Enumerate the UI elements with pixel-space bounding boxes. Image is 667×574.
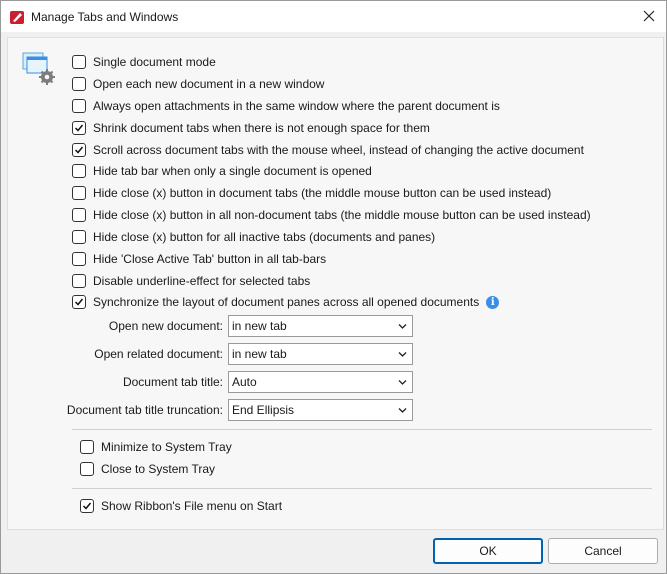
option-label: Minimize to System Tray bbox=[101, 440, 232, 454]
title-bar: Manage Tabs and Windows bbox=[1, 1, 666, 32]
checkbox[interactable] bbox=[72, 164, 86, 178]
checkbox[interactable] bbox=[72, 99, 86, 113]
select-value: Auto bbox=[232, 375, 257, 389]
option-label: Disable underline-effect for selected ta… bbox=[93, 274, 311, 288]
option-hide-close-non-document-tabs[interactable]: Hide close (x) button in all non-documen… bbox=[72, 206, 591, 224]
window-settings-icon bbox=[22, 51, 56, 85]
option-label: Hide close (x) button in document tabs (… bbox=[93, 186, 552, 200]
select-value: in new tab bbox=[232, 319, 287, 333]
option-label: Hide close (x) button for all inactive t… bbox=[93, 230, 436, 244]
document-tab-title-select[interactable]: Auto bbox=[228, 371, 413, 393]
checkbox[interactable] bbox=[80, 499, 94, 513]
option-single-document-mode[interactable]: Single document mode bbox=[72, 53, 216, 71]
open-related-document-label: Open related document: bbox=[94, 347, 223, 361]
option-label: Close to System Tray bbox=[101, 462, 216, 476]
option-shrink-tabs[interactable]: Shrink document tabs when there is not e… bbox=[72, 119, 430, 137]
separator bbox=[72, 488, 652, 489]
option-label: Hide 'Close Active Tab' button in all ta… bbox=[93, 252, 327, 266]
checkbox[interactable] bbox=[72, 55, 86, 69]
ok-button-label: OK bbox=[479, 544, 497, 558]
checkbox[interactable] bbox=[72, 208, 86, 222]
separator bbox=[72, 429, 652, 430]
window-title: Manage Tabs and Windows bbox=[31, 10, 179, 24]
option-minimize-to-tray[interactable]: Minimize to System Tray bbox=[80, 438, 232, 456]
open-new-document-select[interactable]: in new tab bbox=[228, 315, 413, 337]
option-close-to-tray[interactable]: Close to System Tray bbox=[80, 460, 215, 478]
cancel-button-label: Cancel bbox=[584, 544, 622, 558]
checkbox[interactable] bbox=[72, 295, 86, 309]
info-icon[interactable]: i bbox=[486, 295, 500, 309]
document-tab-title-label: Document tab title: bbox=[122, 375, 223, 389]
checkbox[interactable] bbox=[72, 143, 86, 157]
app-logo-icon bbox=[9, 9, 25, 25]
select-value: End Ellipsis bbox=[232, 403, 295, 417]
option-hide-close-active-tab-button[interactable]: Hide 'Close Active Tab' button in all ta… bbox=[72, 250, 326, 268]
cancel-button[interactable]: Cancel bbox=[548, 538, 658, 564]
option-label: Open each new document in a new window bbox=[93, 77, 325, 91]
chevron-down-icon bbox=[398, 324, 407, 329]
option-open-new-window[interactable]: Open each new document in a new window bbox=[72, 75, 324, 93]
chevron-down-icon bbox=[398, 408, 407, 413]
checkbox[interactable] bbox=[72, 274, 86, 288]
document-tab-title-truncation-select[interactable]: End Ellipsis bbox=[228, 399, 413, 421]
option-disable-underline-effect[interactable]: Disable underline-effect for selected ta… bbox=[72, 272, 310, 290]
open-new-document-label: Open new document: bbox=[108, 319, 223, 333]
option-show-ribbon-file-menu[interactable]: Show Ribbon's File menu on Start bbox=[80, 497, 282, 515]
option-label: Shrink document tabs when there is not e… bbox=[93, 121, 430, 135]
checkbox[interactable] bbox=[80, 440, 94, 454]
option-label: Hide tab bar when only a single document… bbox=[93, 164, 372, 178]
option-label: Show Ribbon's File menu on Start bbox=[101, 499, 283, 513]
option-label: Synchronize the layout of document panes… bbox=[93, 295, 480, 309]
option-hide-close-inactive-tabs[interactable]: Hide close (x) button for all inactive t… bbox=[72, 228, 435, 246]
option-hide-close-document-tabs[interactable]: Hide close (x) button in document tabs (… bbox=[72, 184, 551, 202]
chevron-down-icon bbox=[398, 352, 407, 357]
dialog-window: Manage Tabs and Windows Single document … bbox=[0, 0, 667, 574]
ok-button[interactable]: OK bbox=[433, 538, 543, 564]
option-label: Scroll across document tabs with the mou… bbox=[93, 143, 584, 157]
close-icon[interactable] bbox=[638, 5, 660, 27]
checkbox[interactable] bbox=[72, 186, 86, 200]
option-label: Single document mode bbox=[93, 55, 216, 69]
open-related-document-select[interactable]: in new tab bbox=[228, 343, 413, 365]
option-synchronize-pane-layout[interactable]: Synchronize the layout of document panes… bbox=[72, 293, 500, 311]
option-scroll-tabs[interactable]: Scroll across document tabs with the mou… bbox=[72, 141, 584, 159]
document-tab-title-truncation-label: Document tab title truncation: bbox=[66, 403, 223, 417]
checkbox[interactable] bbox=[72, 230, 86, 244]
options-panel: Single document mode Open each new docum… bbox=[7, 37, 664, 530]
option-hide-tab-bar[interactable]: Hide tab bar when only a single document… bbox=[72, 162, 372, 180]
checkbox[interactable] bbox=[72, 121, 86, 135]
option-attachments-same-window[interactable]: Always open attachments in the same wind… bbox=[72, 97, 500, 115]
checkbox[interactable] bbox=[80, 462, 94, 476]
chevron-down-icon bbox=[398, 380, 407, 385]
option-label: Always open attachments in the same wind… bbox=[93, 99, 500, 113]
option-label: Hide close (x) button in all non-documen… bbox=[93, 208, 591, 222]
checkbox[interactable] bbox=[72, 252, 86, 266]
checkbox[interactable] bbox=[72, 77, 86, 91]
select-value: in new tab bbox=[232, 347, 287, 361]
